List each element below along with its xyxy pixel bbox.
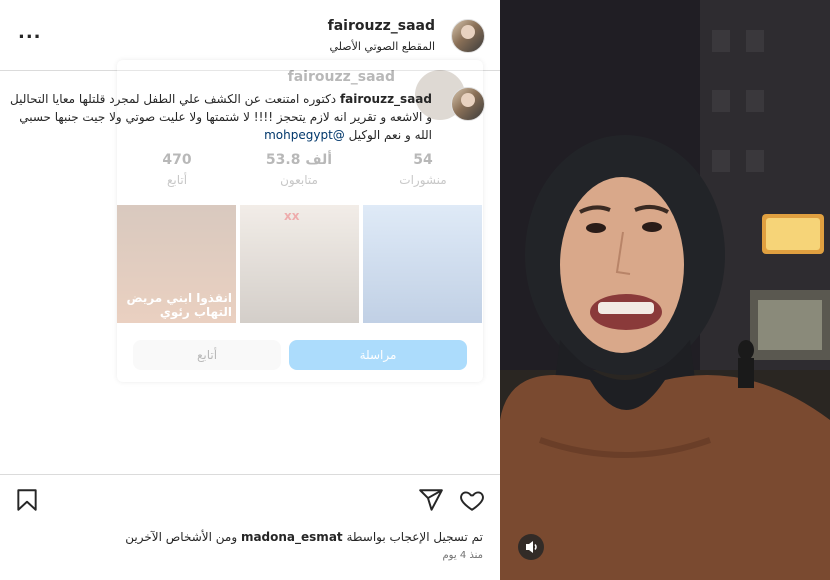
share-button[interactable] — [418, 487, 444, 513]
hover-stat-followers-value: 53.8 ألف — [265, 152, 333, 168]
liked-by-user[interactable]: madona_esmat — [241, 530, 343, 544]
actions-divider — [0, 474, 500, 475]
hover-thumbnail-2-text: xx — [284, 209, 300, 223]
header-avatar[interactable] — [451, 19, 485, 53]
hover-stat-posts-label: منشورات — [399, 173, 447, 187]
bookmark-icon — [17, 489, 37, 511]
hover-stat-following-label: أتابع — [166, 173, 188, 187]
liked-by-suffix[interactable]: ومن الأشخاص الآخرين — [125, 530, 237, 544]
video-player[interactable] — [500, 0, 830, 580]
header-username[interactable]: fairouzz_saad — [328, 18, 435, 34]
hover-card-username[interactable]: fairouzz_saad — [288, 69, 395, 85]
volume-icon — [526, 541, 537, 553]
hover-thumbnail-1-text: انقذوا ابني مريض التهاب رئوي — [126, 291, 232, 319]
share-icon — [419, 489, 443, 511]
hover-stat-followers-label: متابعون — [280, 173, 318, 187]
liked-by-text: تم تسجيل الإعجاب بواسطة madona_esmat ومن… — [125, 530, 483, 544]
post-caption: fairouzz_saad دكتوره امتنعت عن الكشف علي… — [7, 90, 432, 144]
hover-stat-following-value: 470 — [162, 152, 192, 168]
hover-thumbnail-2[interactable]: xx — [240, 205, 359, 323]
caption-mention[interactable]: @mohpegypt — [264, 128, 345, 142]
hover-thumbnail-1[interactable]: انقذوا ابني مريض التهاب رئوي — [117, 205, 236, 323]
caption-avatar[interactable] — [451, 87, 485, 121]
save-button[interactable] — [14, 487, 40, 513]
liked-by-prefix: تم تسجيل الإعجاب بواسطة — [346, 530, 483, 544]
mute-button[interactable] — [518, 534, 544, 560]
hover-thumbnail-3[interactable] — [363, 205, 482, 323]
caption-username[interactable]: fairouzz_saad — [340, 92, 432, 106]
hover-message-button[interactable]: مراسلة — [289, 340, 467, 370]
heart-icon — [460, 491, 484, 511]
more-options-button[interactable]: ... — [18, 22, 41, 43]
video-frame — [500, 0, 830, 580]
hover-stat-posts-value: 54 — [413, 152, 433, 168]
like-button[interactable] — [459, 487, 485, 513]
audio-label[interactable]: المقطع الصوتي الأصلي — [329, 40, 435, 53]
post-timestamp[interactable]: منذ 4 يوم — [442, 550, 483, 561]
post-details-panel: ... fairouzz_saad المقطع الصوتي الأصلي f… — [0, 0, 500, 580]
hover-follow-button[interactable]: أتابع — [133, 340, 281, 370]
